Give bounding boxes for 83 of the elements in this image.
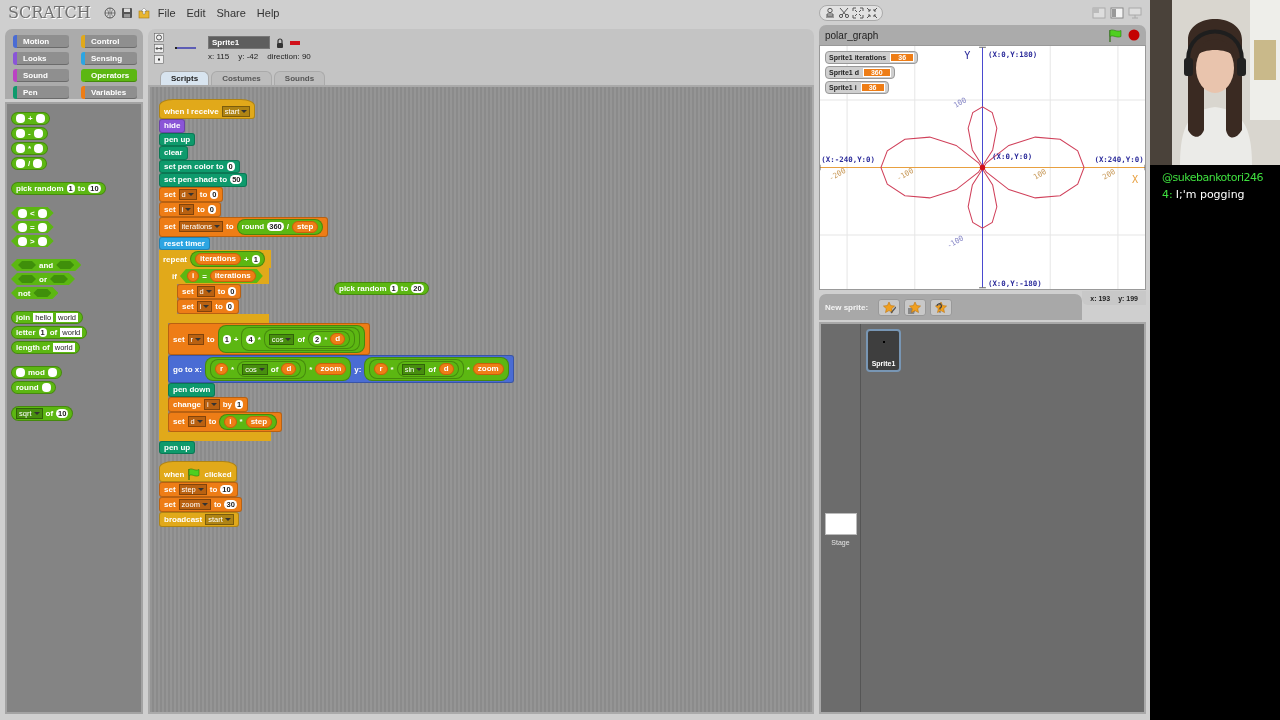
tab[interactable]: Sounds (273, 71, 326, 85)
command-block[interactable]: pen up (159, 132, 196, 146)
stamp-icon[interactable] (824, 6, 836, 19)
variable-reporter[interactable]: d (281, 363, 297, 375)
save-icon[interactable] (120, 6, 133, 19)
boolean-block[interactable]: i = iterations (179, 269, 263, 283)
flag-icon[interactable] (1108, 28, 1122, 42)
variable-reporter[interactable]: d (438, 363, 454, 375)
variable-reporter[interactable]: r (374, 363, 388, 375)
command-block[interactable]: hide (159, 119, 186, 133)
presentation-icon[interactable] (1128, 6, 1142, 19)
category-button[interactable]: Pen (13, 86, 69, 99)
variable-reporter[interactable]: zoom (315, 363, 347, 375)
tab[interactable]: Costumes (211, 71, 272, 85)
new-sprite-label: New sprite: (825, 302, 869, 312)
category-button[interactable]: Sound (13, 69, 69, 82)
sprite-dot[interactable] (979, 164, 986, 171)
reporter-block[interactable]: * (11, 142, 49, 155)
project-title: polar_graph (825, 29, 880, 41)
variable-reporter[interactable]: d (330, 333, 346, 345)
axis-label: X (1132, 174, 1139, 185)
chat-prefix: 4: (1162, 188, 1173, 201)
stop-icon[interactable] (1128, 29, 1140, 41)
tab[interactable]: Scripts (160, 71, 210, 85)
stage-thumbnail[interactable] (824, 513, 857, 535)
grow-icon[interactable] (852, 6, 864, 19)
category-button[interactable]: Control (81, 35, 137, 48)
variable-reporter[interactable]: step (245, 415, 273, 428)
variable-reporter[interactable]: i (224, 415, 237, 428)
small-stage-icon[interactable] (1092, 6, 1106, 19)
boolean-block[interactable]: = (11, 221, 54, 233)
variable-reporter[interactable]: iterations (195, 253, 242, 265)
variable-reporter[interactable]: i (186, 270, 200, 282)
scissors-icon[interactable] (838, 6, 850, 19)
command-block[interactable]: clear (159, 146, 188, 160)
category-button[interactable]: Variables (81, 86, 137, 99)
circle-arrow-icon[interactable] (154, 33, 164, 42)
boolean-block[interactable]: > (11, 235, 54, 247)
menu-item[interactable]: Help (253, 6, 283, 19)
globe-icon[interactable] (103, 6, 116, 19)
lock-icon[interactable] (276, 37, 284, 48)
menu-item[interactable]: Edit (183, 6, 209, 19)
reporter-block[interactable]: mod (11, 366, 62, 379)
star-brush-icon (882, 300, 897, 314)
pen-color-swatch (290, 40, 300, 45)
flag-icon (187, 468, 202, 480)
boolean-block[interactable]: or (11, 273, 75, 285)
sprite-name-field[interactable]: Sprite1 (208, 36, 270, 49)
category-button[interactable]: Looks (13, 52, 69, 65)
variable-reporter[interactable]: zoom (472, 363, 504, 375)
star-question-icon (934, 300, 949, 314)
scratch-logo: SCRATCH (8, 3, 91, 22)
reporter-block[interactable]: round (11, 381, 56, 394)
double-arrow-icon[interactable] (154, 44, 164, 53)
reporter-block[interactable]: i * step (219, 413, 278, 430)
category-button[interactable]: Operators (81, 69, 137, 82)
boolean-block[interactable]: < (11, 207, 54, 219)
category-button[interactable]: Motion (13, 35, 69, 48)
sprite-y-position: y: -42 (238, 52, 259, 61)
menu-item[interactable]: File (154, 6, 179, 19)
share-icon[interactable] (137, 6, 150, 19)
axis-label: Y (964, 50, 971, 62)
chat-message: I;'m pogging (1175, 188, 1245, 201)
chat-username: @sukebankotori246 (1162, 171, 1264, 184)
reporter-block[interactable]: - (11, 127, 48, 140)
boolean-block[interactable]: and (11, 259, 82, 271)
sprite-x-position: x: 115 (208, 52, 230, 61)
category-button[interactable]: Sensing (81, 52, 137, 65)
command-block[interactable]: pen down (168, 383, 216, 397)
star-folder-icon (908, 300, 923, 314)
normal-stage-icon[interactable] (1110, 6, 1124, 19)
shrink-icon[interactable] (866, 6, 878, 19)
reporter-block[interactable]: / (11, 157, 48, 170)
menu-item[interactable]: Share (213, 6, 249, 19)
variable-reporter[interactable]: step (292, 220, 319, 233)
paint-sprite-button[interactable] (878, 298, 901, 316)
surprise-sprite-button[interactable] (930, 298, 953, 316)
choose-sprite-button[interactable] (904, 298, 927, 316)
variable-reporter[interactable]: r (214, 363, 228, 375)
variable-reporter[interactable]: iterations (209, 270, 256, 282)
reporter-block[interactable]: + (11, 112, 50, 125)
boolean-block[interactable]: not (11, 287, 59, 299)
sprite-direction: direction: 90 (267, 52, 311, 61)
